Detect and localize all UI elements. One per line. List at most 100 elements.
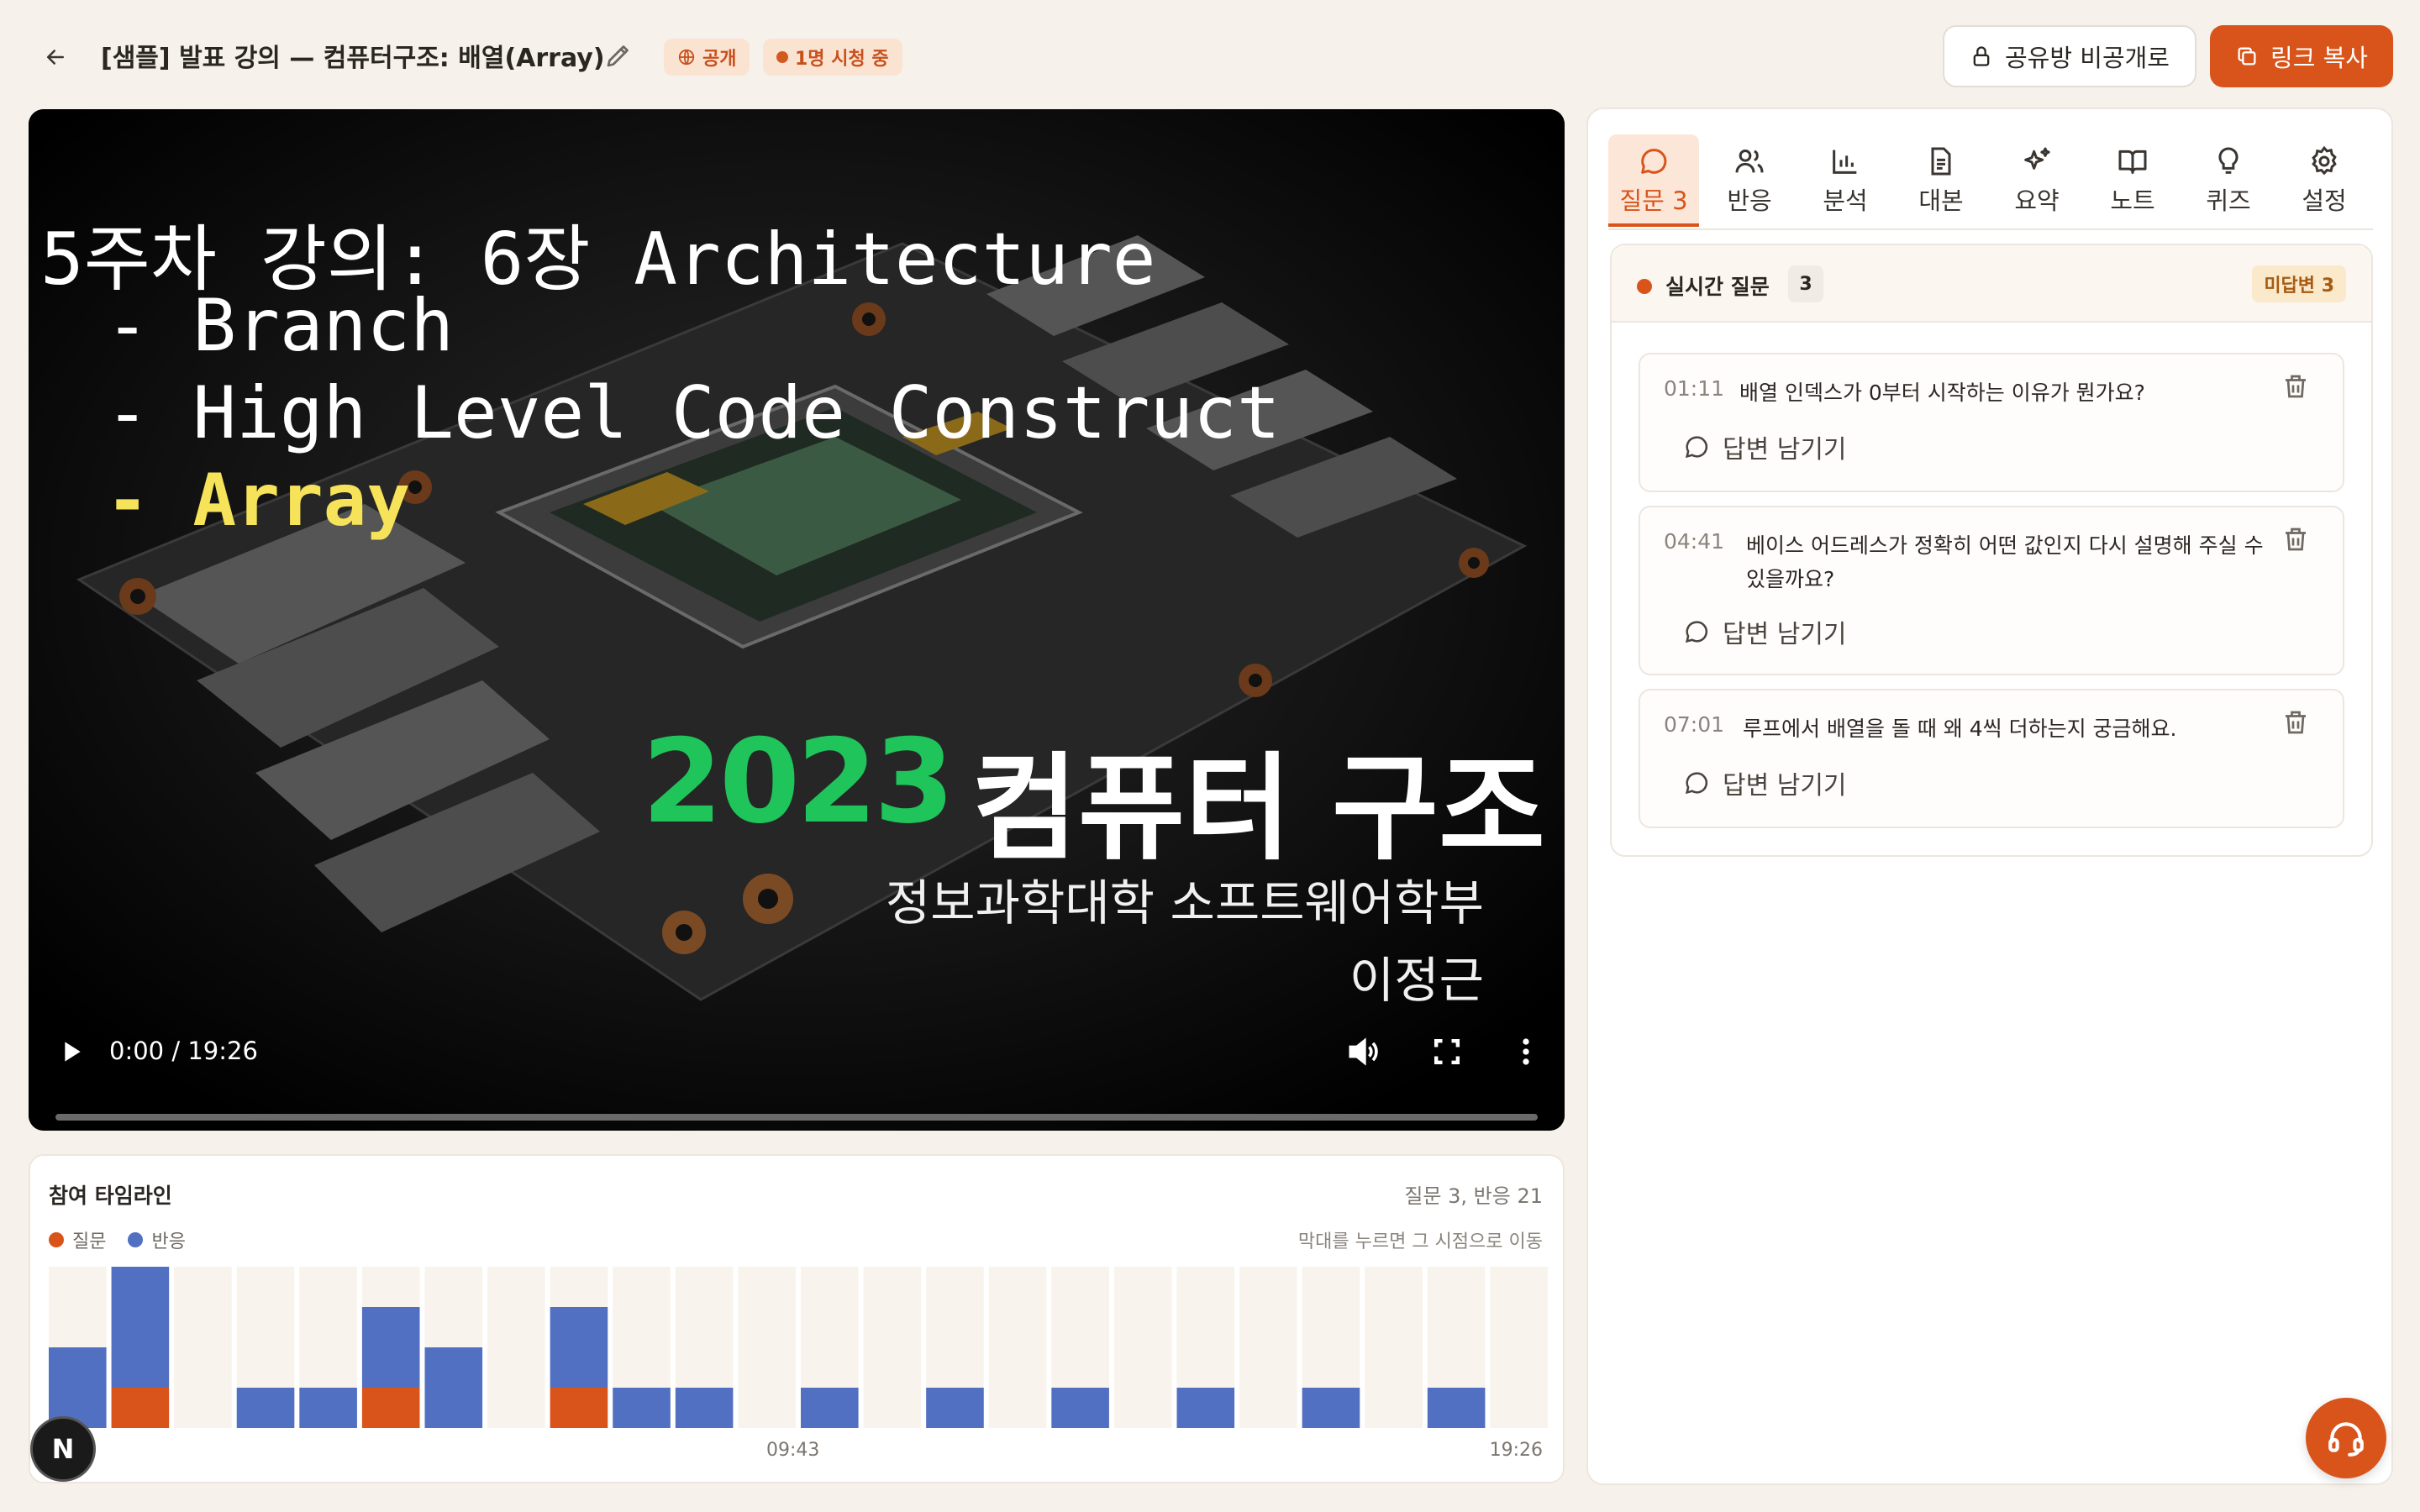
question-item: 01:11 배열 인덱스가 0부터 시작하는 이유가 뭔가요? 답변 남기기 <box>1639 353 2344 492</box>
timeline-bar[interactable] <box>424 1267 483 1428</box>
timeline-bar[interactable] <box>1051 1267 1109 1428</box>
question-timestamp[interactable]: 04:41 <box>1664 529 1724 554</box>
timeline-bar[interactable] <box>988 1267 1047 1428</box>
chat-bubble-icon <box>1685 772 1708 795</box>
timeline-bar[interactable] <box>174 1267 232 1428</box>
chat-bubble-icon <box>1685 621 1708 643</box>
reply-button[interactable]: 답변 남기기 <box>1682 764 1847 801</box>
unanswered-badge: 미답변 3 <box>2252 265 2346 302</box>
tab-quiz-label: 퀴즈 <box>2206 186 2251 215</box>
slide-title: 2023 컴퓨터 구조 <box>642 714 1545 882</box>
timeline-bar[interactable] <box>675 1267 734 1428</box>
legend-questions-label: 질문 <box>72 1231 107 1252</box>
question-timestamp[interactable]: 01:11 <box>1664 376 1724 401</box>
timeline-bar[interactable] <box>111 1267 170 1428</box>
tab-summary[interactable]: 요약 <box>1991 134 2082 227</box>
tab-quiz[interactable]: 퀴즈 <box>2183 134 2274 227</box>
live-questions-card: 실시간 질문 3 미답변 3 01:11 배열 인덱스가 0부터 시작하는 이유… <box>1610 244 2373 857</box>
timeline-bar-reactions <box>675 1388 734 1428</box>
timeline-bar[interactable] <box>361 1267 420 1428</box>
slide-line-3: - High Level Code Construct <box>62 371 1281 455</box>
timeline-bar-reactions <box>1427 1388 1486 1428</box>
public-badge-label: 공개 <box>702 49 737 70</box>
timeline-bar[interactable] <box>801 1267 859 1428</box>
timeline-bar[interactable] <box>863 1267 922 1428</box>
reply-button[interactable]: 답변 남기기 <box>1682 428 1847 465</box>
trash-icon[interactable] <box>2281 524 2311 554</box>
tab-summary-label: 요약 <box>2014 186 2060 215</box>
tab-transcript[interactable]: 대본 <box>1896 134 1986 227</box>
live-questions-title: 실시간 질문 <box>1665 275 1770 299</box>
timeline-bar-reactions <box>111 1267 170 1388</box>
tab-reactions[interactable]: 반응 <box>1704 134 1795 227</box>
timeline-bar-reactions <box>613 1388 671 1428</box>
timeline-bar[interactable] <box>236 1267 295 1428</box>
timeline-bar[interactable] <box>1490 1267 1548 1428</box>
legend-reactions: 반응 <box>128 1226 186 1253</box>
legend-reaction-dot <box>128 1232 144 1247</box>
question-count-badge: 3 <box>1788 265 1823 302</box>
tab-notes[interactable]: 노트 <box>2087 134 2178 227</box>
question-text: 베이스 어드레스가 정확히 어떤 값인지 다시 설명해 주실 수 있을까요? <box>1746 533 2264 591</box>
timeline-bar[interactable] <box>550 1267 608 1428</box>
edit-title-button[interactable] <box>603 40 637 74</box>
timeline-bar[interactable] <box>1113 1267 1172 1428</box>
play-button[interactable] <box>54 1035 87 1068</box>
question-timestamp[interactable]: 07:01 <box>1664 712 1724 737</box>
timeline-bar-bg <box>1113 1267 1172 1428</box>
tabs-divider <box>1608 228 2373 230</box>
timeline-bar[interactable] <box>1365 1267 1423 1428</box>
legend-questions: 질문 <box>49 1226 106 1253</box>
timeline-bar-questions <box>361 1388 420 1428</box>
trash-icon[interactable] <box>2281 371 2311 402</box>
live-questions-header: 실시간 질문 3 미답변 3 <box>1612 245 2371 323</box>
timeline-bar-reactions <box>1176 1388 1235 1428</box>
gear-icon <box>2312 145 2337 176</box>
fullscreen-button[interactable] <box>1428 1033 1465 1070</box>
timeline-bar-bg <box>1365 1267 1423 1428</box>
chat-bubble-icon <box>1685 436 1708 459</box>
timeline-bar[interactable] <box>1239 1267 1297 1428</box>
video-progress-bar[interactable] <box>55 1114 1538 1121</box>
timeline-bar[interactable] <box>49 1267 107 1428</box>
slide-subtitle-2: 이정근 <box>1349 952 1484 1009</box>
video-time: 0:00 / 19:26 <box>109 1037 258 1065</box>
timeline-bar-questions <box>111 1388 170 1428</box>
timeline-hint: 막대를 누르면 그 시점으로 이동 <box>1297 1231 1543 1252</box>
pencil-icon <box>607 45 629 67</box>
app-badge[interactable]: N <box>30 1416 96 1482</box>
copy-link-button[interactable]: 링크 복사 <box>2210 25 2393 87</box>
tab-settings[interactable]: 설정 <box>2279 134 2370 227</box>
slide-line-4: - Array <box>62 459 411 543</box>
question-text: 루프에서 배열을 돌 때 왜 4씩 더하는지 궁금해요. <box>1743 717 2177 741</box>
slide-line-2: - Branch <box>62 284 454 368</box>
timeline-bar[interactable] <box>487 1267 545 1428</box>
timeline-bar[interactable] <box>738 1267 796 1428</box>
side-panel: 질문 3 반응 분석 대본 요약 노트 퀴즈 설정 실시간 질문 3 미답변 3… <box>1586 108 2393 1485</box>
timeline-bar[interactable] <box>926 1267 984 1428</box>
timeline-bar-bg <box>988 1267 1047 1428</box>
tab-questions[interactable]: 질문 3 <box>1608 134 1699 227</box>
live-dot-icon <box>1637 279 1652 294</box>
tab-analysis[interactable]: 분석 <box>1800 134 1891 227</box>
volume-button[interactable] <box>1344 1033 1381 1070</box>
reply-button[interactable]: 답변 남기기 <box>1682 613 1847 650</box>
back-button[interactable] <box>37 39 74 76</box>
timeline-chart[interactable] <box>49 1267 1548 1428</box>
video-player[interactable]: 5주차 강의: 6장 Architecture - Branch - High … <box>29 109 1565 1131</box>
timeline-bar[interactable] <box>1427 1267 1486 1428</box>
question-text: 배열 인덱스가 0부터 시작하는 이유가 뭔가요? <box>1739 381 2145 405</box>
support-button[interactable] <box>2306 1398 2386 1478</box>
copy-icon <box>2238 47 2256 66</box>
tab-transcript-label: 대본 <box>1918 186 1964 215</box>
trash-icon[interactable] <box>2281 707 2311 738</box>
play-icon <box>65 1042 81 1062</box>
timeline-bar[interactable] <box>1302 1267 1360 1428</box>
live-dot-icon <box>776 51 788 63</box>
more-options-button[interactable] <box>1507 1033 1544 1070</box>
timeline-bar[interactable] <box>1176 1267 1235 1428</box>
timeline-bar-bg <box>738 1267 796 1428</box>
timeline-bar[interactable] <box>299 1267 357 1428</box>
make-private-button[interactable]: 공유방 비공개로 <box>1943 25 2196 87</box>
timeline-bar[interactable] <box>613 1267 671 1428</box>
